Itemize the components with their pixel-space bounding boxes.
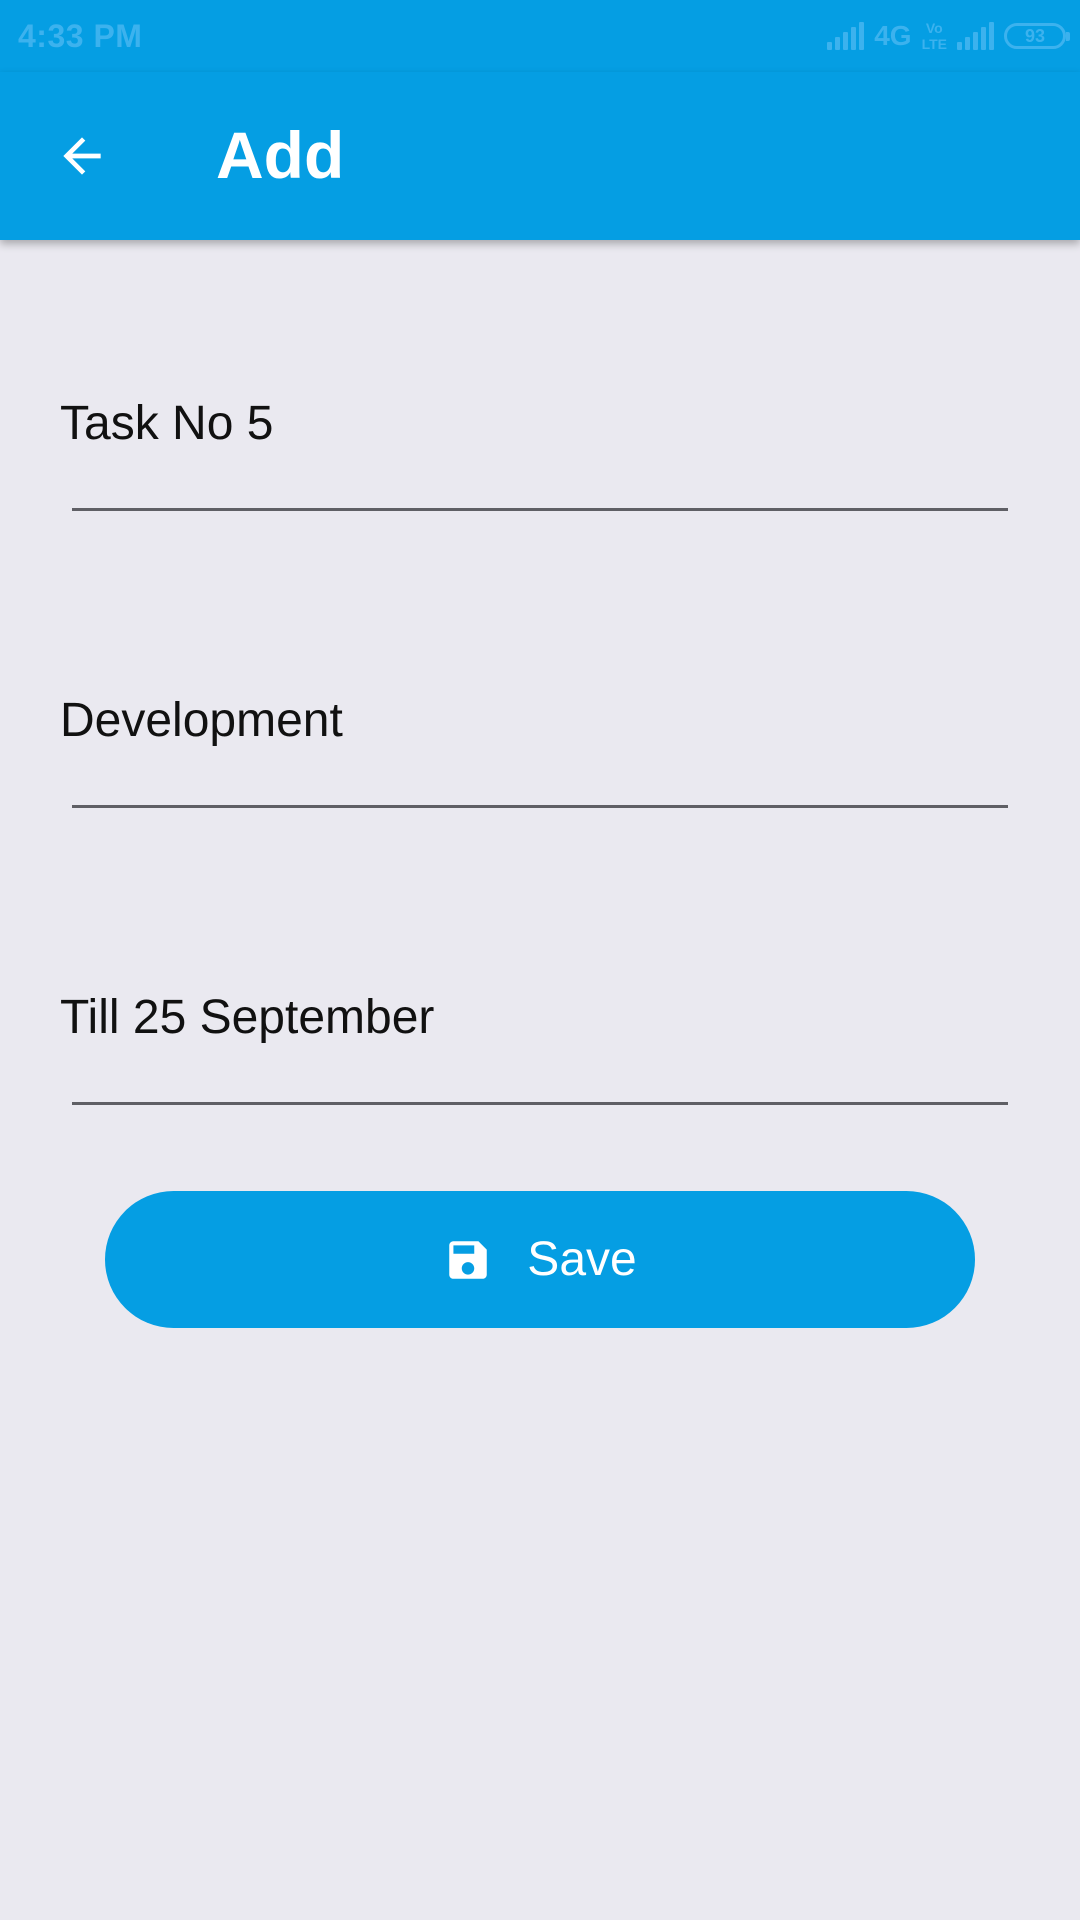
task-category-field[interactable]: Development [60, 657, 1010, 812]
signal-strength-icon [827, 22, 865, 50]
arrow-back-icon [63, 137, 101, 175]
status-bar: 4:33 PM 4G Vo LTE 93 [0, 0, 1080, 72]
app-bar: Add [0, 72, 1080, 240]
task-name-field[interactable]: Task No 5 [60, 360, 1010, 515]
task-name-value[interactable]: Task No 5 [60, 400, 273, 448]
status-time: 4:33 PM [18, 18, 143, 54]
task-category-underline [72, 805, 1008, 808]
task-category-value[interactable]: Development [60, 697, 343, 745]
task-name-underline [72, 508, 1008, 511]
back-button[interactable] [40, 114, 124, 198]
save-button[interactable]: Save [105, 1191, 975, 1328]
volte-icon: Vo LTE [921, 20, 947, 52]
battery-icon: 93 [1004, 23, 1070, 49]
task-deadline-value[interactable]: Till 25 September [60, 994, 434, 1042]
save-icon [449, 1240, 488, 1279]
battery-level: 93 [1024, 25, 1046, 46]
page-title: Add [216, 118, 345, 192]
task-deadline-field[interactable]: Till 25 September [60, 954, 1010, 1109]
signal-strength-icon-2 [957, 22, 994, 50]
network-type-label: 4G [874, 20, 912, 51]
save-button-label: Save [527, 1232, 637, 1286]
task-deadline-underline [72, 1102, 1008, 1105]
status-icons: 4G Vo LTE 93 [827, 16, 1070, 56]
